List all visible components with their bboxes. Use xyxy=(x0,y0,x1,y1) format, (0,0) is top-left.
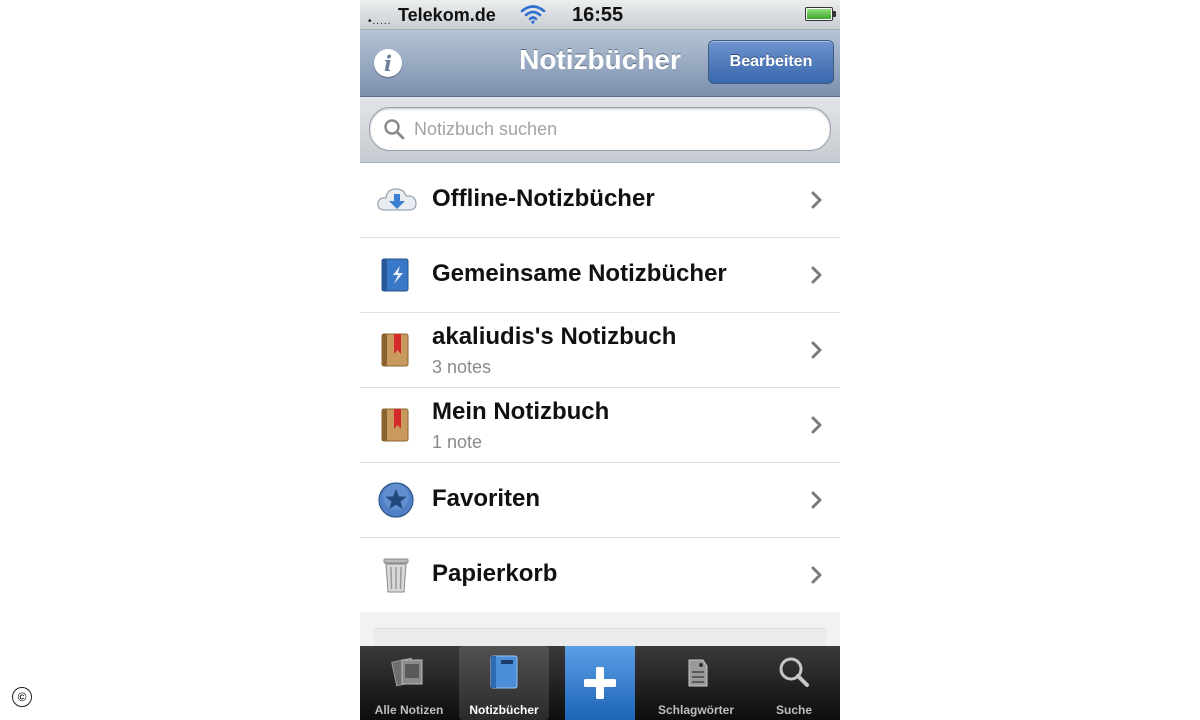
tag-icon xyxy=(688,659,708,687)
clock-time: 16:55 xyxy=(572,4,624,26)
star-icon xyxy=(376,482,416,518)
carrier-name: Telekom.de xyxy=(398,5,496,25)
notebook-icon xyxy=(376,332,416,368)
navigation-bar: i Notizbücher Bearbeiten xyxy=(360,30,840,97)
list-item-note-count: 1 note xyxy=(432,432,483,452)
search-field[interactable] xyxy=(369,107,831,151)
chevron-right-icon xyxy=(810,564,824,586)
list-item-offline-notebooks[interactable]: Offline-Notizbücher xyxy=(360,163,840,238)
search-input[interactable] xyxy=(414,108,814,150)
list-item-note-count: 3 notes xyxy=(432,357,492,377)
add-note-button[interactable] xyxy=(565,646,635,720)
list-item-trash[interactable]: Papierkorb xyxy=(360,538,840,613)
plus-icon xyxy=(584,667,616,699)
list-item-favorites[interactable]: Favoriten xyxy=(360,463,840,538)
notebook-list: Offline-Notizbücher Gemeinsame Notizbüch… xyxy=(360,163,840,613)
search-bar xyxy=(360,97,840,163)
battery-full-icon xyxy=(805,7,836,21)
chevron-right-icon xyxy=(810,339,824,361)
tab-label: Notizbücher xyxy=(469,703,539,717)
chevron-right-icon xyxy=(810,414,824,436)
chevron-right-icon xyxy=(810,264,824,286)
list-item-akaliudis-notebook[interactable]: akaliudis's Notizbuch 3 notes xyxy=(360,313,840,388)
tab-label: Alle Notizen xyxy=(374,703,444,717)
tab-search[interactable]: Suche xyxy=(754,646,834,720)
list-item-mein-notebook[interactable]: Mein Notizbuch 1 note xyxy=(360,388,840,463)
wifi-icon xyxy=(520,4,546,29)
page-title: Notizbücher xyxy=(519,44,681,75)
search-icon xyxy=(382,117,406,146)
notes-stack-icon xyxy=(391,657,423,687)
list-item-title: Favoriten xyxy=(432,485,541,512)
list-item-title: Papierkorb xyxy=(432,560,558,587)
search-icon xyxy=(779,657,809,687)
notebook-tab-icon xyxy=(490,655,518,689)
chevron-right-icon xyxy=(810,489,824,511)
edit-button[interactable]: Bearbeiten xyxy=(708,40,834,84)
tab-label: Schlagwörter xyxy=(657,703,735,717)
copyright-watermark: © xyxy=(12,687,32,707)
status-bar: •..... Telekom.de 16:55 xyxy=(360,0,840,30)
list-item-title: Mein Notizbuch xyxy=(432,398,610,425)
cloud-download-icon xyxy=(376,182,417,218)
notebook-icon xyxy=(376,407,416,443)
phone-screen: •..... Telekom.de 16:55 i Notizbücher Be… xyxy=(360,0,840,720)
tab-notebooks[interactable]: Notizbücher xyxy=(459,646,549,720)
tab-bar: Alle Notizen Notizbücher Schlagwörter Su… xyxy=(360,646,840,720)
signal-strength: •..... xyxy=(368,16,392,27)
list-item-title: Offline-Notizbücher xyxy=(432,185,655,212)
list-item-title: Gemeinsame Notizbücher xyxy=(432,260,727,287)
list-item-shared-notebooks[interactable]: Gemeinsame Notizbücher xyxy=(360,238,840,313)
shared-notebook-icon xyxy=(376,257,416,293)
tab-all-notes[interactable]: Alle Notizen xyxy=(360,646,458,720)
tab-label: Suche xyxy=(775,703,812,717)
tab-tags[interactable]: Schlagwörter xyxy=(644,646,748,720)
chevron-right-icon xyxy=(810,189,824,211)
list-footer-area xyxy=(360,612,840,659)
info-icon[interactable]: i xyxy=(374,49,402,77)
trash-icon xyxy=(376,557,416,593)
list-item-title: akaliudis's Notizbuch xyxy=(432,323,677,350)
